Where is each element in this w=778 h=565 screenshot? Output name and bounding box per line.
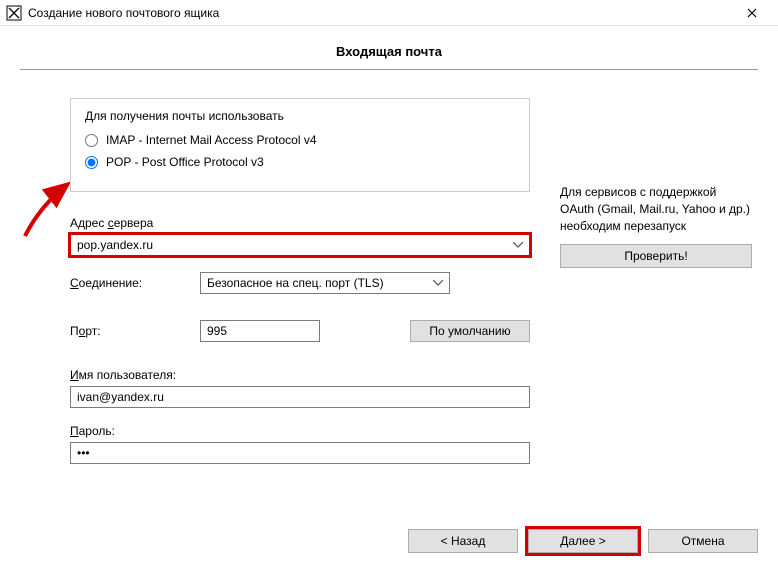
port-default-button[interactable]: По умолчанию [410, 320, 530, 342]
titlebar: Создание нового почтового ящика [0, 0, 778, 26]
pop-radio[interactable] [85, 156, 98, 169]
username-input[interactable] [70, 386, 530, 408]
divider [20, 69, 758, 70]
protocol-fieldset: Для получения почты использовать IMAP - … [70, 98, 530, 192]
connection-label: Соединение: [70, 276, 200, 290]
oauth-hint: Для сервисов с поддержкой OAuth (Gmail, … [560, 184, 752, 234]
close-icon [747, 8, 757, 18]
cancel-button[interactable]: Отмена [648, 529, 758, 553]
footer: < Назад Далее > Отмена [408, 529, 758, 553]
port-input[interactable] [200, 320, 320, 342]
connection-combo[interactable]: Безопасное на спец. порт (TLS) [200, 272, 450, 294]
protocol-legend: Для получения почты использовать [85, 109, 515, 123]
imap-radio[interactable] [85, 134, 98, 147]
page-title: Входящая почта [20, 44, 758, 69]
back-button[interactable]: < Назад [408, 529, 518, 553]
username-label: Имя пользователя: [70, 368, 530, 382]
port-label: Порт: [70, 324, 200, 338]
server-label: Адрес сервера [70, 216, 530, 230]
window-title: Создание нового почтового ящика [28, 6, 732, 20]
check-button[interactable]: Проверить! [560, 244, 752, 268]
next-button[interactable]: Далее > [528, 529, 638, 553]
pop-label[interactable]: POP - Post Office Protocol v3 [106, 155, 264, 169]
imap-label[interactable]: IMAP - Internet Mail Access Protocol v4 [106, 133, 317, 147]
password-input[interactable] [70, 442, 530, 464]
close-button[interactable] [732, 0, 772, 26]
app-icon [6, 5, 22, 21]
server-combo[interactable]: pop.yandex.ru [70, 234, 530, 256]
password-label: Пароль: [70, 424, 530, 438]
